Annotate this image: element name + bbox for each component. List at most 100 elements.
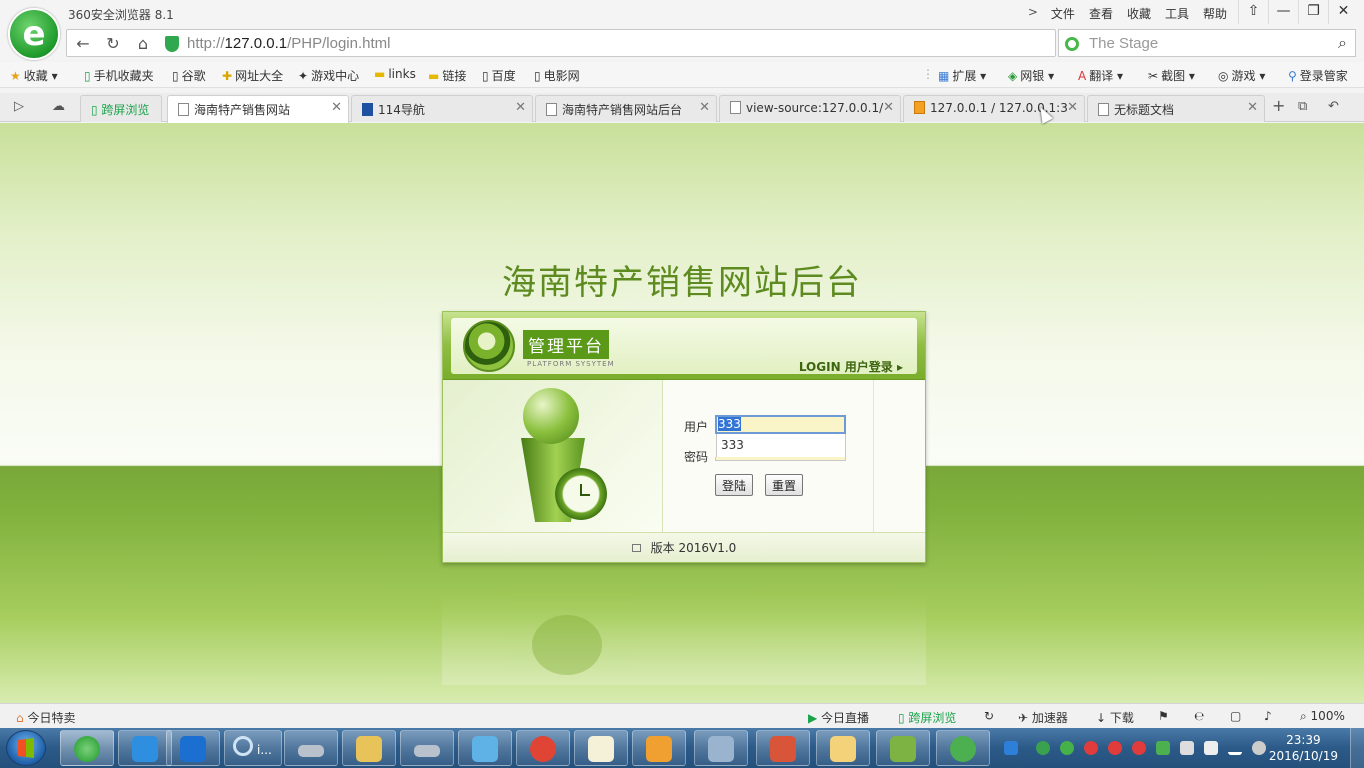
taskbar-notes[interactable] — [816, 730, 870, 766]
history-icon[interactable]: ↻ — [984, 709, 994, 723]
qq-icon[interactable] — [1108, 741, 1122, 755]
sound-icon[interactable]: ♪ — [1264, 709, 1272, 723]
home-button[interactable]: ⌂ — [133, 34, 153, 54]
taskbar-360[interactable] — [936, 730, 990, 766]
close-tab-icon[interactable]: ✕ — [515, 100, 526, 115]
menu-help[interactable]: 帮助 — [1196, 4, 1234, 23]
password-input[interactable] — [715, 457, 846, 461]
cloud-icon[interactable]: ☁ — [52, 99, 65, 114]
menu-view[interactable]: 查看 — [1082, 4, 1120, 23]
tab-active[interactable]: 海南特产销售网站 ✕ — [167, 95, 349, 123]
screenshot-button[interactable]: ✂ 截图 ▾ — [1148, 67, 1195, 84]
reset-button[interactable]: 重置 — [765, 474, 804, 496]
bookmark-baidu[interactable]: ▯ 百度 — [482, 67, 516, 84]
taskbar-player[interactable] — [632, 730, 686, 766]
maximize-button[interactable]: ❐ — [1298, 0, 1328, 24]
menu-expand-icon[interactable]: > — [1022, 4, 1044, 23]
menu-file[interactable]: 文件 — [1044, 4, 1082, 23]
tray-list-icon[interactable] — [1180, 741, 1194, 755]
menu-tools[interactable]: 工具 — [1158, 4, 1196, 23]
download-button[interactable]: ↓ 下载 — [1096, 709, 1134, 726]
url-text[interactable]: http://127.0.0.1/PHP/login.html — [187, 35, 390, 52]
baidu-icon[interactable] — [1004, 741, 1018, 755]
close-tab-icon[interactable]: ✕ — [699, 100, 710, 115]
qq-icon[interactable] — [1132, 741, 1146, 755]
tab[interactable]: 114导航 ✕ — [351, 95, 533, 122]
taskbar-app2[interactable] — [516, 730, 570, 766]
show-desktop-button[interactable] — [1350, 728, 1364, 768]
close-tab-icon[interactable]: ✕ — [331, 100, 342, 115]
bookmark-mobile[interactable]: ▯ 手机收藏夹 — [84, 67, 154, 84]
taskbar-browser[interactable] — [60, 730, 114, 766]
translate-button[interactable]: A 翻译 ▾ — [1078, 67, 1123, 84]
bookmark-chain[interactable]: ▬ 链接 — [428, 67, 466, 84]
bookmark-sites[interactable]: ✚ 网址大全 — [222, 67, 283, 84]
taskbar-drive2[interactable] — [400, 730, 454, 766]
bookmark-movies[interactable]: ▯ 电影网 — [534, 67, 580, 84]
login-manager-button[interactable]: ⚲ 登录管家 — [1288, 67, 1348, 84]
bookmark-links[interactable]: ▬ links — [374, 67, 416, 81]
volume-icon[interactable] — [1252, 741, 1266, 755]
ie-mode-icon[interactable]: ℮ — [1194, 709, 1204, 723]
window-icon[interactable]: ▢ — [1230, 709, 1241, 723]
username-input[interactable]: 333 — [715, 415, 846, 434]
taskbar-app1[interactable] — [458, 730, 512, 766]
today-deals-button[interactable]: ⌂ 今日特卖 — [16, 709, 75, 726]
extensions-button[interactable]: ▦ 扩展 ▾ — [938, 67, 986, 84]
cross-screen-button[interactable]: ▯ 跨屏浏览 — [898, 709, 956, 726]
network-icon[interactable] — [1228, 741, 1242, 755]
tab-list-icon[interactable]: ⧉ — [1298, 99, 1307, 114]
bookmark-google[interactable]: ▯ 谷歌 — [172, 67, 206, 84]
browser-logo-icon[interactable]: e — [8, 8, 60, 60]
new-tab-button[interactable]: + — [1272, 96, 1285, 115]
tab[interactable]: 127.0.0.1 / 127.0.0.1:3 ✕ — [903, 95, 1085, 122]
bookmark-favorites[interactable]: ★ 收藏 ▾ — [10, 67, 58, 84]
pin-button[interactable]: ⇧ — [1238, 0, 1268, 24]
today-live-button[interactable]: ▶ 今日直播 — [808, 709, 869, 726]
minimize-button[interactable]: — — [1268, 0, 1298, 24]
search-input[interactable]: The Stage — [1089, 35, 1158, 52]
refresh-button[interactable]: ↻ — [103, 34, 123, 54]
banking-button[interactable]: ◈ 网银 ▾ — [1008, 67, 1054, 84]
taskbar-folder[interactable] — [342, 730, 396, 766]
tray-update-icon[interactable] — [1060, 741, 1074, 755]
tab[interactable]: view-source:127.0.0.1/✕ — [719, 95, 901, 122]
close-tab-icon[interactable]: ✕ — [1247, 100, 1258, 115]
zoom-control[interactable]: ⌕ 100% — [1300, 709, 1345, 724]
tab[interactable]: 无标题文档 ✕ — [1087, 95, 1265, 122]
system-clock[interactable]: 23:39 2016/10/19 — [1269, 732, 1338, 764]
undo-close-icon[interactable]: ↶ — [1328, 99, 1339, 114]
tray-app-icon[interactable] — [1036, 741, 1050, 755]
sidebar-toggle-icon[interactable]: ▷ — [14, 99, 24, 114]
tab[interactable]: 海南特产销售网站后台 ✕ — [535, 95, 717, 122]
device-icon[interactable] — [1204, 741, 1218, 755]
taskbar-drive[interactable] — [284, 730, 338, 766]
security-icon[interactable] — [1156, 741, 1170, 755]
taskbar-editor[interactable] — [574, 730, 628, 766]
taskbar-home[interactable] — [756, 730, 810, 766]
close-tab-icon[interactable]: ✕ — [1067, 100, 1078, 115]
taskbar: i... 23:39 2016/10/19 — [0, 728, 1364, 768]
close-tab-icon[interactable]: ✕ — [883, 100, 894, 115]
taskbar-search[interactable]: i... — [224, 730, 282, 766]
qq-icon[interactable] — [1084, 741, 1098, 755]
taskbar-cloud[interactable] — [118, 730, 172, 766]
flag-icon[interactable]: ⚑ — [1158, 709, 1169, 723]
close-window-button[interactable]: ✕ — [1328, 0, 1358, 24]
bookmark-games[interactable]: ✦ 游戏中心 — [298, 67, 359, 84]
games-button[interactable]: ◎ 游戏 ▾ — [1218, 67, 1265, 84]
tab-cross-screen[interactable]: ▯ 跨屏浏览 — [80, 95, 162, 122]
taskbar-zend[interactable] — [876, 730, 930, 766]
scissors-icon: ✂ — [1148, 69, 1159, 83]
search-box[interactable]: The Stage ⌕ — [1058, 29, 1356, 57]
menu-favorites[interactable]: 收藏 — [1120, 4, 1158, 23]
accelerator-button[interactable]: ✈ 加速器 — [1018, 709, 1068, 726]
address-bar[interactable]: ← ↻ ⌂ http://127.0.0.1/PHP/login.html — [66, 29, 1056, 57]
search-icon[interactable]: ⌕ — [1338, 33, 1347, 53]
back-button[interactable]: ← — [73, 34, 93, 54]
username-value: 333 — [718, 417, 741, 431]
start-button[interactable] — [6, 730, 46, 766]
taskbar-computer[interactable] — [694, 730, 748, 766]
login-button[interactable]: 登陆 — [715, 474, 754, 496]
taskbar-teamviewer[interactable] — [166, 730, 220, 766]
